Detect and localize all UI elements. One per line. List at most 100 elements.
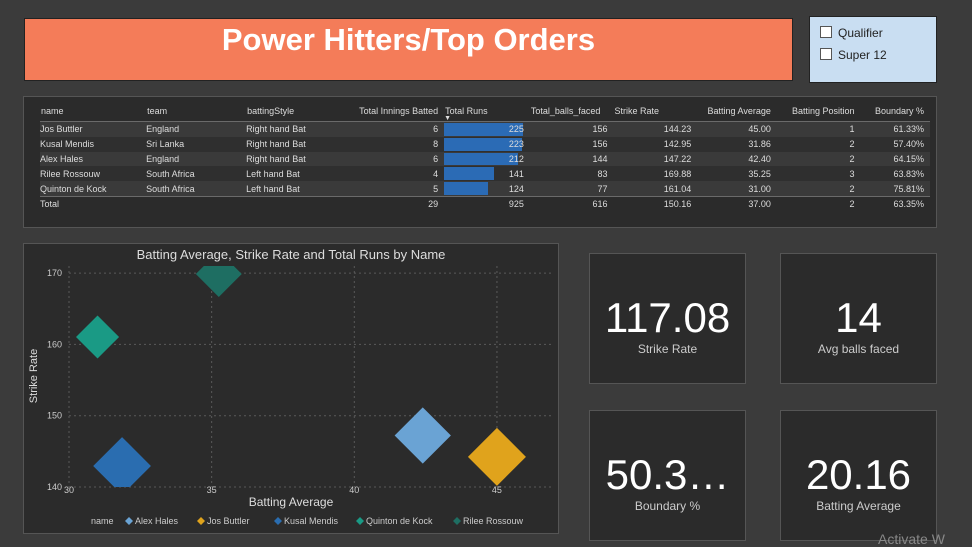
filter-label: Super 12	[838, 48, 887, 62]
x-axis-label: Batting Average	[249, 495, 334, 509]
table-row[interactable]: Alex Hales England Right hand Bat 6 212 144 14…	[40, 151, 930, 167]
column-header-sorted[interactable]: Total Runs ▼	[444, 101, 530, 122]
card-label: Strike Rate	[637, 342, 698, 356]
table-cell-style: Right hand Bat	[246, 136, 328, 152]
runs-databar	[444, 167, 494, 181]
total-average: 37.00	[697, 196, 777, 211]
table-cell-innings: 8	[327, 136, 445, 152]
runs-value: 212	[508, 153, 524, 164]
table-row[interactable]: Kusal Mendis Sri Lanka Right hand Bat 8 223 1…	[40, 136, 930, 152]
table-cell-pos: 2	[776, 181, 861, 197]
table-cell-name: Alex Hales	[40, 151, 147, 167]
legend-marker	[274, 517, 282, 525]
column-header[interactable]: team	[146, 101, 247, 122]
table-cell-balls: 144	[529, 151, 614, 167]
table-cell-boundary: 75.81%	[860, 181, 930, 197]
table-cell-avg: 31.86	[697, 136, 777, 152]
column-header[interactable]: Strike Rate	[613, 101, 698, 122]
card-value: 20.16	[805, 451, 912, 498]
y-axis-label: Strike Rate	[28, 349, 40, 403]
column-header[interactable]: Boundary %	[860, 101, 930, 122]
table-header-row: name team battingStyle Total Innings Bat…	[40, 101, 930, 122]
table-row[interactable]: Jos Buttler England Right hand Bat 6 225 156 1…	[40, 121, 930, 137]
column-header[interactable]: Total_balls_faced	[529, 101, 614, 122]
total-innings: 29	[327, 196, 445, 211]
table-cell-boundary: 64.15%	[860, 151, 930, 167]
runs-value: 223	[508, 139, 524, 150]
scatter-chart: Batting Average, Strike Rate and Total R…	[28, 247, 554, 526]
runs-value: 141	[508, 168, 524, 179]
legend-title: name	[91, 516, 114, 526]
table-total-row: Total 29 925 616 150.16 37.00 2 63.35%	[40, 196, 930, 211]
report-title-banner: Power Hitters/Top Orders	[24, 18, 793, 81]
runs-cell: 212	[444, 151, 530, 167]
x-tick-label: 30	[64, 485, 74, 495]
runs-cell: 225	[444, 121, 530, 137]
player-stats-table-panel: name team battingStyle Total Innings Bat…	[23, 96, 937, 228]
table-cell-avg: 31.00	[697, 181, 777, 197]
y-tick-label: 160	[47, 339, 62, 349]
legend-item: Rilee Rossouw	[463, 516, 524, 526]
total-label: Total	[40, 196, 147, 211]
total-position: 2	[776, 196, 861, 211]
table-cell-avg: 35.25	[697, 166, 777, 182]
column-header[interactable]: battingStyle	[246, 101, 328, 122]
checkbox-icon[interactable]	[820, 26, 832, 38]
card-value: 50.3…	[605, 451, 730, 498]
card-label: Avg balls faced	[817, 342, 900, 356]
x-tick-label: 45	[492, 485, 502, 495]
legend-marker	[125, 517, 133, 525]
filter-qualifier[interactable]: Qualifier	[820, 26, 883, 40]
y-tick-label: 170	[47, 268, 62, 278]
card-avg-balls-faced: 14 Avg balls faced	[780, 253, 937, 384]
table-cell	[246, 196, 328, 211]
runs-databar	[444, 182, 488, 195]
stage-filter-slicer: Qualifier Super 12	[809, 16, 937, 83]
table-cell-pos: 1	[776, 121, 861, 137]
table-cell-avg: 45.00	[697, 121, 777, 137]
table-cell-name: Jos Buttler	[40, 121, 147, 137]
column-header[interactable]: Batting Position	[776, 101, 861, 122]
total-balls: 616	[529, 196, 614, 211]
table-cell-name: Kusal Mendis	[40, 136, 147, 152]
column-header[interactable]: name	[40, 101, 147, 122]
card-value: 14	[835, 294, 882, 341]
table-cell-sr: 144.23	[613, 121, 698, 137]
table-cell-team: England	[146, 151, 247, 167]
legend-marker	[453, 517, 461, 525]
table-row[interactable]: Rilee Rossouw South Africa Left hand Bat 4 1…	[40, 166, 930, 182]
table-cell-sr: 142.95	[613, 136, 698, 152]
table-cell-style: Right hand Bat	[246, 121, 328, 137]
x-tick-label: 40	[349, 485, 359, 495]
table-row[interactable]: Quinton de Kock South Africa Left hand Bat…	[40, 181, 930, 197]
filter-label: Qualifier	[838, 26, 883, 40]
chart-title: Batting Average, Strike Rate and Total R…	[137, 247, 446, 262]
column-header[interactable]: Batting Average	[697, 101, 777, 122]
table-cell-style: Left hand Bat	[246, 166, 328, 182]
player-stats-table: name team battingStyle Total Innings Bat…	[40, 101, 930, 211]
table-cell-team: South Africa	[146, 166, 247, 182]
table-cell-pos: 3	[776, 166, 861, 182]
report-title: Power Hitters/Top Orders	[221, 22, 596, 57]
filter-super-12[interactable]: Super 12	[820, 48, 887, 62]
table-cell-balls: 156	[529, 121, 614, 137]
runs-value: 225	[508, 124, 524, 135]
table-cell-pos: 2	[776, 136, 861, 152]
table-cell-team: Sri Lanka	[146, 136, 247, 152]
table-cell-balls: 77	[529, 181, 614, 197]
runs-cell: 223	[444, 136, 530, 152]
y-tick-label: 150	[47, 411, 62, 421]
column-header[interactable]: Total Innings Batted	[327, 101, 445, 122]
data-point-kusal-mendis	[93, 437, 151, 487]
activate-windows-watermark: Activate W	[878, 531, 945, 547]
data-point-quinton-de-kock	[76, 315, 120, 359]
table-cell-name: Quinton de Kock	[40, 181, 147, 197]
y-tick-label: 140	[47, 482, 62, 492]
table-cell-balls: 156	[529, 136, 614, 152]
table-cell-innings: 6	[327, 151, 445, 167]
column-header-label: Total Runs	[445, 106, 488, 116]
checkbox-icon[interactable]	[820, 48, 832, 60]
card-strike-rate: 117.08 Strike Rate	[589, 253, 746, 384]
total-strike-rate: 150.16	[613, 196, 698, 211]
table-cell-innings: 4	[327, 166, 445, 182]
